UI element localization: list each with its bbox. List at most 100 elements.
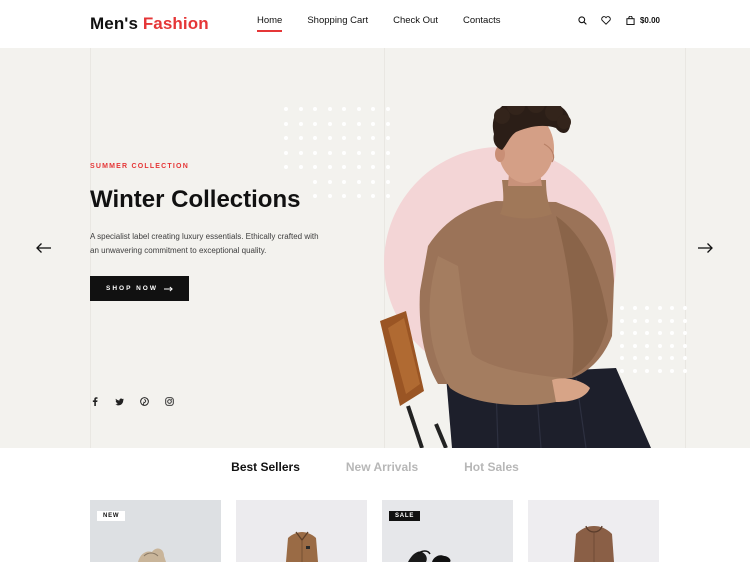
decorative-dot — [356, 121, 361, 126]
decorative-dot — [356, 165, 361, 169]
decorative-dot — [342, 179, 346, 184]
product-card[interactable]: NEW — [90, 500, 221, 562]
product-card[interactable] — [528, 500, 659, 562]
header-actions: $0.00 — [577, 15, 660, 26]
site-header: Men's Fashion Home Shopping Cart Check O… — [0, 0, 750, 48]
decorative-dot — [682, 306, 687, 310]
decorative-dot — [298, 136, 303, 140]
facebook-icon[interactable] — [90, 397, 99, 406]
tab-hot-sales[interactable]: Hot Sales — [464, 460, 519, 474]
hero-eyebrow: SUMMER COLLECTION — [90, 163, 189, 170]
decorative-dot — [313, 150, 317, 155]
decorative-dot — [313, 194, 317, 198]
decorative-dot — [327, 179, 332, 184]
shop-now-label: SHOP NOW — [106, 285, 158, 292]
decorative-dot — [327, 194, 332, 198]
decorative-dot — [298, 150, 303, 155]
carousel-prev-arrow-icon[interactable] — [36, 241, 52, 253]
hero-description: A specialist label creating luxury essen… — [90, 232, 319, 255]
heart-icon[interactable] — [601, 15, 612, 26]
decorative-dot — [298, 165, 303, 169]
logo[interactable]: Men's Fashion — [90, 14, 209, 34]
decorative-dot — [313, 107, 317, 111]
product-tabs: Best Sellers New Arrivals Hot Sales — [0, 460, 750, 474]
hero-banner: SUMMER COLLECTION Winter Collections A s… — [0, 48, 750, 448]
arrow-right-icon — [164, 286, 173, 291]
nav-shopping-cart[interactable]: Shopping Cart — [307, 15, 368, 26]
decorative-dot — [284, 121, 288, 126]
decorative-dot — [371, 107, 375, 111]
product-image — [382, 500, 513, 562]
decorative-dot — [682, 343, 687, 348]
decorative-dot — [670, 318, 674, 323]
social-links — [90, 397, 174, 406]
tab-best-sellers[interactable]: Best Sellers — [231, 460, 300, 474]
nav-check-out[interactable]: Check Out — [393, 15, 438, 26]
grid-line — [685, 48, 686, 448]
main-nav: Home Shopping Cart Check Out Contacts — [257, 15, 501, 32]
decorative-dot — [298, 121, 303, 126]
decorative-dot — [342, 165, 346, 169]
decorative-dot — [313, 179, 317, 184]
decorative-dot — [327, 121, 332, 126]
decorative-dot — [356, 107, 361, 111]
decorative-dot — [356, 194, 361, 198]
decorative-dot — [284, 165, 288, 169]
decorative-dot — [670, 331, 674, 335]
decorative-dot — [342, 194, 346, 198]
shop-now-button[interactable]: SHOP NOW — [90, 276, 189, 301]
decorative-dot — [670, 306, 674, 310]
twitter-icon[interactable] — [115, 397, 124, 406]
cart-button[interactable]: $0.00 — [625, 15, 660, 26]
product-image — [528, 500, 659, 562]
decorative-dot — [371, 194, 375, 198]
decorative-dot — [284, 136, 288, 140]
decorative-dot — [298, 107, 303, 111]
decorative-dot — [342, 121, 346, 126]
decorative-dot — [327, 136, 332, 140]
decorative-dot — [371, 150, 375, 155]
bag-icon — [625, 15, 636, 26]
decorative-dot — [356, 150, 361, 155]
decorative-dot — [371, 136, 375, 140]
decorative-dot — [284, 107, 288, 111]
product-card[interactable]: SALE — [382, 500, 513, 562]
decorative-dot — [682, 356, 687, 360]
decorative-dot — [670, 343, 674, 348]
decorative-dot — [356, 179, 361, 184]
decorative-dot — [682, 331, 687, 335]
product-badge-new: NEW — [97, 511, 126, 521]
pinterest-icon[interactable] — [140, 397, 149, 406]
logo-main-text: Men's — [90, 14, 138, 33]
decorative-dot — [327, 165, 332, 169]
decorative-dot — [313, 165, 317, 169]
product-image — [236, 500, 367, 562]
decorative-dot — [371, 179, 375, 184]
decorative-dot — [670, 368, 674, 373]
decorative-dot — [313, 136, 317, 140]
decorative-dot — [284, 150, 288, 155]
product-card[interactable] — [236, 500, 367, 562]
decorative-dot — [342, 136, 346, 140]
carousel-next-arrow-icon[interactable] — [697, 241, 713, 253]
logo-accent-text: Fashion — [142, 14, 209, 33]
decorative-dot — [342, 150, 346, 155]
nav-home[interactable]: Home — [257, 15, 283, 32]
decorative-dot — [682, 318, 687, 323]
search-icon[interactable] — [577, 15, 588, 26]
nav-contacts[interactable]: Contacts — [463, 15, 501, 26]
instagram-icon[interactable] — [165, 397, 174, 406]
product-badge-sale: SALE — [389, 511, 421, 521]
decorative-dot — [313, 121, 317, 126]
cart-total: $0.00 — [639, 16, 660, 25]
decorative-dot — [342, 107, 346, 111]
decorative-dot — [356, 136, 361, 140]
decorative-dot — [670, 356, 674, 360]
decorative-dot — [327, 107, 332, 111]
tab-new-arrivals[interactable]: New Arrivals — [346, 460, 418, 474]
hero-title: Winter Collections — [90, 186, 301, 213]
decorative-dot — [371, 121, 375, 126]
decorative-dot — [371, 165, 375, 169]
decorative-dot — [682, 368, 687, 373]
product-image — [90, 500, 221, 562]
